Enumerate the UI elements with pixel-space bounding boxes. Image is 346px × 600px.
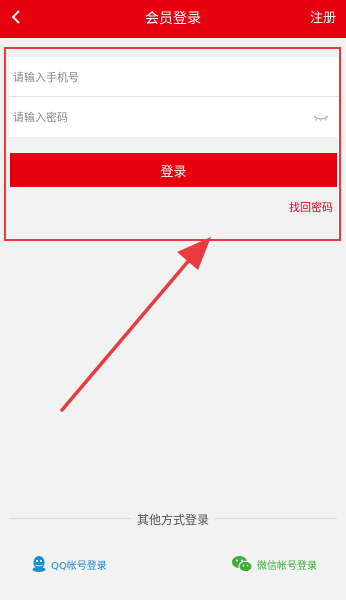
wechat-login-label: 微信帐号登录 xyxy=(257,560,317,572)
qq-login-label: QQ帐号登录 xyxy=(51,560,107,572)
qq-icon xyxy=(31,555,47,573)
wechat-icon xyxy=(231,555,253,573)
qq-login-button[interactable]: QQ帐号登录 xyxy=(31,553,107,575)
other-login-heading: 其他方式登录 xyxy=(0,509,346,529)
wechat-login-button[interactable]: 微信帐号登录 xyxy=(231,553,317,575)
other-login-label: 其他方式登录 xyxy=(130,513,215,527)
